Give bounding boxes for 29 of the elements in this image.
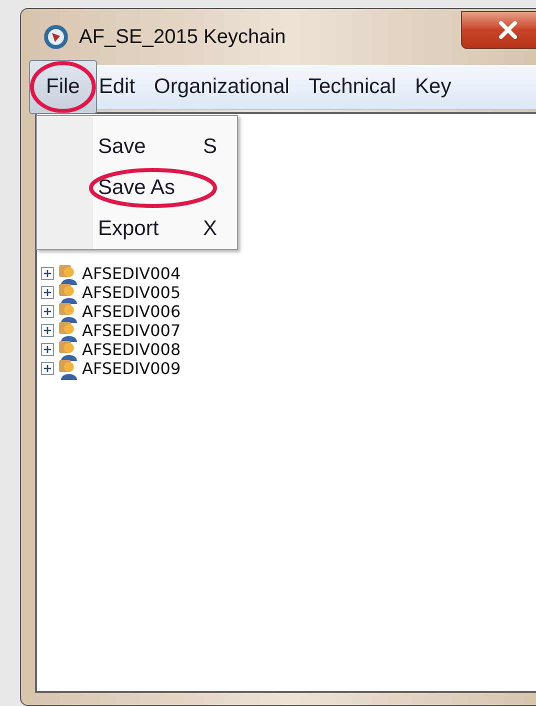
- tree-item[interactable]: AFSEDIV007: [82, 321, 181, 340]
- tree-item[interactable]: AFSEDIV008: [82, 340, 181, 359]
- expand-icon[interactable]: [41, 324, 54, 337]
- tree-item[interactable]: AFSEDIV006: [82, 302, 181, 321]
- expand-icon[interactable]: [41, 305, 54, 318]
- person-icon: [58, 262, 80, 284]
- tree-item[interactable]: AFSEDIV005: [82, 283, 181, 302]
- close-icon: [497, 20, 519, 40]
- person-icon: [58, 358, 80, 380]
- person-icon: [58, 282, 80, 304]
- menu-item[interactable]: Key: [410, 69, 456, 105]
- expand-icon[interactable]: [41, 343, 54, 356]
- person-icon: [58, 300, 80, 322]
- menu-option[interactable]: Save S: [37, 126, 217, 167]
- menu-option[interactable]: Save As: [37, 167, 217, 208]
- person-icon: [58, 320, 80, 342]
- menu-item[interactable]: Technical: [303, 69, 402, 105]
- person-icon: [58, 338, 80, 360]
- menu-option[interactable]: Export X: [37, 208, 217, 249]
- tree-item[interactable]: AFSEDIV009: [82, 359, 181, 378]
- expand-icon[interactable]: [41, 267, 54, 280]
- expand-icon[interactable]: [41, 286, 54, 299]
- window-title: AF_SE_2015 Keychain: [79, 26, 286, 48]
- menu-item[interactable]: File: [29, 60, 97, 114]
- menu-item[interactable]: Organizational: [149, 69, 294, 105]
- close-button[interactable]: [461, 11, 536, 49]
- tree-item[interactable]: AFSEDIV004: [82, 264, 181, 283]
- expand-icon[interactable]: [41, 362, 54, 375]
- app-icon: [43, 24, 69, 50]
